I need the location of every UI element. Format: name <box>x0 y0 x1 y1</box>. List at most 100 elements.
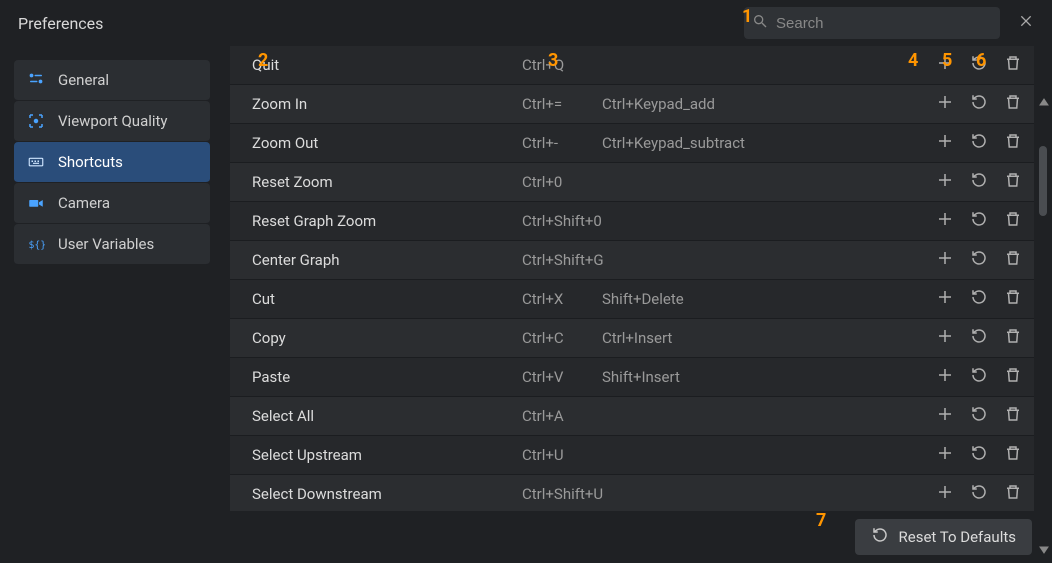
trash-icon <box>1004 54 1022 76</box>
delete-shortcut-button[interactable] <box>1004 95 1022 113</box>
sidebar-item-label: Camera <box>58 194 110 212</box>
delete-shortcut-button[interactable] <box>1004 56 1022 74</box>
sidebar-item-label: General <box>58 71 109 89</box>
reset-defaults-label: Reset To Defaults <box>899 528 1016 546</box>
delete-shortcut-button[interactable] <box>1004 251 1022 269</box>
delete-shortcut-button[interactable] <box>1004 446 1022 464</box>
shortcut-row[interactable]: Zoom InCtrl+=Ctrl+Keypad_add <box>230 85 1034 124</box>
reset-shortcut-button[interactable] <box>970 368 988 386</box>
row-actions <box>936 407 1022 425</box>
add-shortcut-button[interactable] <box>936 212 954 230</box>
shortcut-row[interactable]: QuitCtrl+Q <box>230 46 1034 85</box>
delete-shortcut-button[interactable] <box>1004 134 1022 152</box>
undo-icon <box>970 327 988 349</box>
scroll-up-arrow[interactable] <box>1038 96 1050 108</box>
sidebar-item-label: Shortcuts <box>58 153 123 171</box>
reset-shortcut-button[interactable] <box>970 173 988 191</box>
reset-shortcut-button[interactable] <box>970 446 988 464</box>
reset-shortcut-button[interactable] <box>970 212 988 230</box>
shortcut-key-primary: Ctrl+U <box>522 446 936 464</box>
delete-shortcut-button[interactable] <box>1004 212 1022 230</box>
sidebar-item-general[interactable]: General <box>14 60 210 101</box>
delete-shortcut-button[interactable] <box>1004 485 1022 503</box>
trash-icon <box>1004 93 1022 115</box>
search-icon <box>752 13 768 33</box>
camera-icon <box>26 193 46 213</box>
shortcut-row[interactable]: Select AllCtrl+A <box>230 397 1034 436</box>
add-shortcut-button[interactable] <box>936 485 954 503</box>
sidebar-item-label: Viewport Quality <box>58 112 168 130</box>
reset-shortcut-button[interactable] <box>970 329 988 347</box>
viewport-icon <box>26 111 46 131</box>
sidebar-item-camera[interactable]: Camera <box>14 183 210 224</box>
shortcut-row[interactable]: Zoom OutCtrl+-Ctrl+Keypad_subtract <box>230 124 1034 163</box>
trash-icon <box>1004 249 1022 271</box>
shortcut-name: Paste <box>252 368 522 386</box>
search-input[interactable] <box>776 15 992 32</box>
reset-shortcut-button[interactable] <box>970 95 988 113</box>
shortcut-name: Center Graph <box>252 251 522 269</box>
shortcut-name: Select Downstream <box>252 485 522 503</box>
shortcut-row[interactable]: CopyCtrl+CCtrl+Insert <box>230 319 1034 358</box>
reset-shortcut-button[interactable] <box>970 290 988 308</box>
sidebar-item-shortcuts[interactable]: Shortcuts <box>14 142 210 183</box>
add-shortcut-button[interactable] <box>936 56 954 74</box>
reset-shortcut-button[interactable] <box>970 251 988 269</box>
delete-shortcut-button[interactable] <box>1004 290 1022 308</box>
reset-shortcut-button[interactable] <box>970 407 988 425</box>
add-shortcut-button[interactable] <box>936 251 954 269</box>
scroll-down-arrow[interactable] <box>1038 544 1050 556</box>
row-actions <box>936 173 1022 191</box>
search-box[interactable] <box>744 7 1000 39</box>
reset-defaults-button[interactable]: Reset To Defaults <box>855 519 1032 555</box>
sidebar-item-user-variables[interactable]: User Variables <box>14 224 210 265</box>
close-button[interactable] <box>1014 11 1038 35</box>
plus-icon <box>936 483 954 505</box>
shortcut-row[interactable]: Select DownstreamCtrl+Shift+U <box>230 475 1034 511</box>
shortcut-row[interactable]: CutCtrl+XShift+Delete <box>230 280 1034 319</box>
shortcut-key-primary: Ctrl+Shift+G <box>522 251 936 269</box>
shortcut-list[interactable]: QuitCtrl+QZoom InCtrl+=Ctrl+Keypad_addZo… <box>230 46 1034 511</box>
add-shortcut-button[interactable] <box>936 329 954 347</box>
shortcut-row[interactable]: PasteCtrl+VShift+Insert <box>230 358 1034 397</box>
reset-shortcut-button[interactable] <box>970 485 988 503</box>
header: Preferences <box>0 0 1052 46</box>
sidebar-item-viewport-quality[interactable]: Viewport Quality <box>14 101 210 142</box>
add-shortcut-button[interactable] <box>936 407 954 425</box>
add-shortcut-button[interactable] <box>936 446 954 464</box>
add-shortcut-button[interactable] <box>936 290 954 308</box>
row-actions <box>936 368 1022 386</box>
plus-icon <box>936 54 954 76</box>
shortcut-key-primary: Ctrl+= <box>522 95 602 113</box>
undo-icon <box>970 444 988 466</box>
add-shortcut-button[interactable] <box>936 95 954 113</box>
trash-icon <box>1004 132 1022 154</box>
shortcut-name: Cut <box>252 290 522 308</box>
shortcut-row[interactable]: Reset ZoomCtrl+0 <box>230 163 1034 202</box>
scrollbar[interactable] <box>1038 96 1050 556</box>
trash-icon <box>1004 288 1022 310</box>
row-actions <box>936 329 1022 347</box>
row-actions <box>936 134 1022 152</box>
shortcut-key-primary: Ctrl+0 <box>522 173 936 191</box>
shortcut-row[interactable]: Select UpstreamCtrl+U <box>230 436 1034 475</box>
sidebar: General Viewport Quality Shortcuts Camera Us… <box>0 46 224 563</box>
shortcut-row[interactable]: Center GraphCtrl+Shift+G <box>230 241 1034 280</box>
close-icon <box>1018 13 1034 33</box>
reset-shortcut-button[interactable] <box>970 56 988 74</box>
shortcut-row[interactable]: Reset Graph ZoomCtrl+Shift+0 <box>230 202 1034 241</box>
add-shortcut-button[interactable] <box>936 173 954 191</box>
delete-shortcut-button[interactable] <box>1004 173 1022 191</box>
delete-shortcut-button[interactable] <box>1004 368 1022 386</box>
delete-shortcut-button[interactable] <box>1004 407 1022 425</box>
scroll-thumb[interactable] <box>1039 146 1047 216</box>
row-actions <box>936 212 1022 230</box>
row-actions <box>936 446 1022 464</box>
add-shortcut-button[interactable] <box>936 368 954 386</box>
reset-shortcut-button[interactable] <box>970 134 988 152</box>
add-shortcut-button[interactable] <box>936 134 954 152</box>
shortcut-key-secondary: Ctrl+Keypad_add <box>602 95 936 113</box>
undo-icon <box>970 249 988 271</box>
delete-shortcut-button[interactable] <box>1004 329 1022 347</box>
shortcut-key-primary: Ctrl+Q <box>522 56 936 74</box>
